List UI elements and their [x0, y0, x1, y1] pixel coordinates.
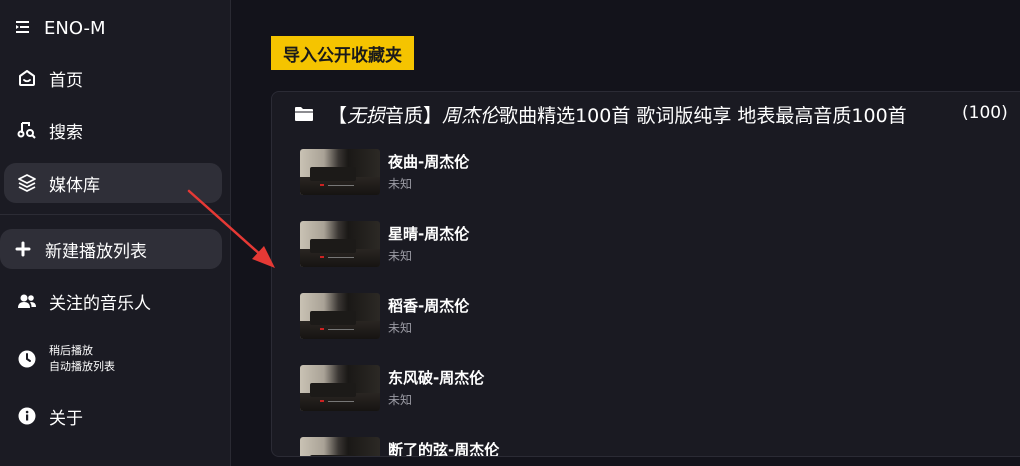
song-item[interactable]: 夜曲-周杰伦 未知: [300, 149, 1000, 197]
song-cover: [300, 365, 380, 411]
home-icon: [17, 68, 37, 88]
import-public-favorites-button[interactable]: 导入公开收藏夹: [271, 36, 414, 70]
users-icon: [17, 291, 37, 311]
later-text: 稍后播放 自动播放列表: [49, 343, 115, 375]
song-item[interactable]: 断了的弦-周杰伦 未知: [300, 437, 1000, 457]
playlist-title-prefix: 【: [328, 105, 348, 127]
playlist-panel: 【无损音质】周杰伦歌曲精选100首 歌词版纯享 地表最高音质100首 (100)…: [271, 91, 1020, 457]
menu-icon[interactable]: [16, 18, 32, 39]
sidebar-item-label: 首页: [49, 70, 83, 91]
sidebar-item-home[interactable]: 首页: [4, 58, 222, 98]
sidebar-item-label: 搜索: [49, 122, 83, 143]
sidebar-item-following[interactable]: 关注的音乐人: [4, 281, 222, 321]
folder-icon: [294, 105, 314, 123]
sidebar-item-later[interactable]: 稍后播放 自动播放列表: [4, 339, 222, 379]
song-item[interactable]: 星晴-周杰伦 未知: [300, 221, 1000, 269]
sidebar-item-search[interactable]: 搜索: [4, 110, 222, 150]
song-cover: [300, 149, 380, 195]
main-content: 导入公开收藏夹 【无损音质】周杰伦歌曲精选100首 歌词版纯享 地表最高音质10…: [231, 0, 1020, 466]
sidebar-divider: [0, 214, 230, 215]
clock-icon: [17, 349, 37, 369]
song-title: 星晴-周杰伦: [388, 225, 470, 243]
layers-icon: [17, 173, 37, 193]
plus-icon: [13, 239, 33, 259]
sidebar-item-label: 关于: [49, 408, 83, 429]
song-title: 稻香-周杰伦: [388, 297, 470, 315]
sidebar: ENO-M 首页 搜索 媒体库 新建播放列表 关注的音乐人 稍后播放 自动播放列…: [0, 0, 231, 466]
song-item[interactable]: 稻香-周杰伦 未知: [300, 293, 1000, 341]
playlist-title-rest: 歌曲精选100首 歌词版纯享 地表最高音质100首: [499, 105, 907, 127]
sidebar-item-about[interactable]: 关于: [4, 396, 222, 436]
new-playlist-label: 新建播放列表: [45, 241, 147, 262]
playlist-count: (100): [962, 103, 1008, 123]
playlist-title: 【无损音质】周杰伦歌曲精选100首 歌词版纯享 地表最高音质100首: [328, 101, 928, 127]
song-artist: 未知: [388, 393, 413, 407]
song-artist: 未知: [388, 321, 413, 335]
playlist-title-italic-2: 周杰伦: [442, 105, 500, 127]
song-cover: [300, 221, 380, 267]
later-line1: 稍后播放: [49, 344, 93, 357]
song-title: 东风破-周杰伦: [388, 369, 485, 387]
app-brand[interactable]: ENO-M: [16, 14, 106, 42]
song-artist: 未知: [388, 177, 413, 191]
song-cover: [300, 437, 380, 456]
sidebar-item-label: 媒体库: [49, 175, 100, 196]
new-playlist-button[interactable]: 新建播放列表: [0, 229, 222, 269]
song-artist: 未知: [388, 249, 413, 263]
sidebar-item-label: 关注的音乐人: [49, 293, 151, 314]
song-title: 夜曲-周杰伦: [388, 153, 470, 171]
info-icon: [17, 406, 37, 426]
playlist-header[interactable]: 【无损音质】周杰伦歌曲精选100首 歌词版纯享 地表最高音质100首 (100): [272, 92, 1020, 136]
playlist-title-mid: 音质】: [385, 105, 443, 127]
sidebar-item-library[interactable]: 媒体库: [4, 163, 222, 203]
playlist-title-italic-1: 无损: [347, 105, 386, 127]
app-title: ENO-M: [44, 17, 106, 39]
song-item[interactable]: 东风破-周杰伦 未知: [300, 365, 1000, 413]
later-line2: 自动播放列表: [49, 360, 115, 373]
song-title: 断了的弦-周杰伦: [388, 441, 500, 457]
music-search-icon: [17, 120, 37, 140]
song-cover: [300, 293, 380, 339]
